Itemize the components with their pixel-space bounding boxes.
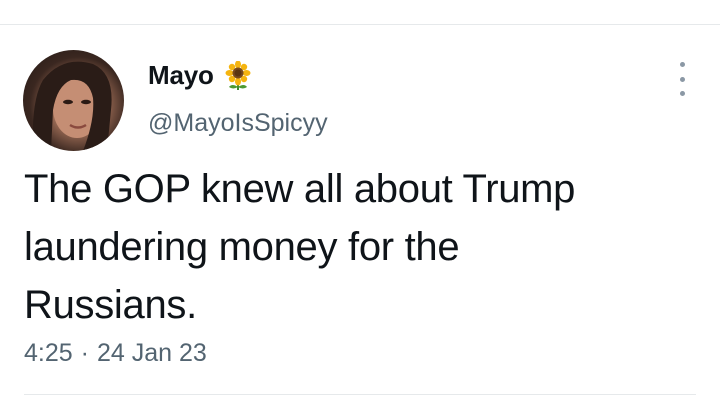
more-dot-icon xyxy=(679,62,685,67)
top-divider xyxy=(0,24,720,25)
bottom-divider xyxy=(24,394,696,395)
avatar-photo xyxy=(32,61,112,151)
more-options-button[interactable] xyxy=(672,62,692,96)
more-dot-icon xyxy=(679,76,685,82)
author-display-name-row[interactable]: Mayo xyxy=(148,60,253,91)
author-handle[interactable]: @MayoIsSpicyy xyxy=(148,109,328,138)
author-display-name[interactable]: Mayo xyxy=(148,60,214,91)
more-dot-icon xyxy=(679,91,685,96)
tweet-timestamp[interactable]: 4:25 · 24 Jan 23 xyxy=(24,339,207,368)
tweet-time[interactable]: 4:25 xyxy=(24,339,73,368)
sunflower-icon xyxy=(223,60,253,91)
tweet-text: The GOP knew all about Trump laundering … xyxy=(24,160,684,334)
tweet-text-line: laundering money for the xyxy=(24,225,460,269)
avatar[interactable] xyxy=(23,50,124,151)
tweet-date[interactable]: 24 Jan 23 xyxy=(97,339,207,368)
tweet-text-line: The GOP knew all about Trump xyxy=(24,167,576,211)
tweet-text-line: Russians. xyxy=(24,283,197,327)
timestamp-separator: · xyxy=(80,339,89,367)
